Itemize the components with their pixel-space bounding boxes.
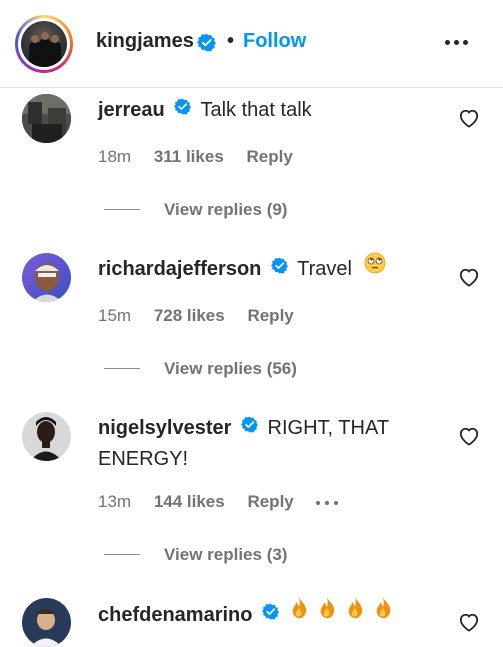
comment-time: 18m — [98, 147, 132, 166]
comment-time: 15m — [98, 306, 132, 325]
like-heart-icon[interactable] — [458, 108, 480, 128]
verified-badge-icon — [174, 94, 192, 124]
like-heart-icon[interactable] — [458, 267, 480, 287]
header-username[interactable]: kingjames — [96, 30, 194, 53]
comment-username[interactable]: chefdenamarino — [98, 604, 252, 626]
comment-username[interactable]: jerreau — [98, 99, 165, 121]
reply-button[interactable]: Reply — [247, 492, 293, 511]
post-header: kingjames • Follow — [0, 0, 503, 88]
rolling-eyes-emoji-icon — [364, 252, 386, 283]
like-heart-icon[interactable] — [458, 426, 480, 446]
avatar — [21, 21, 67, 67]
verified-badge-icon — [197, 33, 216, 57]
replies-divider — [104, 368, 140, 369]
reply-button[interactable]: Reply — [247, 147, 293, 166]
comment-more-options-icon[interactable] — [314, 499, 340, 507]
header-separator: • — [227, 30, 235, 52]
reply-button[interactable]: Reply — [247, 306, 293, 325]
avatar[interactable] — [22, 253, 71, 302]
comment-likes[interactable]: 311 likes — [154, 147, 224, 166]
comment-likes[interactable]: 144 likes — [154, 492, 225, 511]
follow-button[interactable]: Follow — [243, 30, 306, 53]
comment-username[interactable]: nigelsylvester — [98, 417, 231, 439]
verified-badge-icon — [240, 412, 258, 442]
avatar[interactable] — [22, 412, 71, 461]
avatar[interactable] — [22, 94, 71, 143]
like-heart-icon[interactable] — [458, 612, 480, 632]
story-avatar[interactable] — [15, 15, 73, 73]
comment-text: RIGHT, THAT — [267, 417, 390, 439]
comment-text: Travel — [297, 258, 352, 280]
comment-likes[interactable]: 728 likes — [154, 306, 225, 325]
avatar[interactable] — [22, 598, 71, 647]
view-replies-button[interactable]: View replies (3) — [164, 545, 287, 565]
fire-emoji-icon — [289, 596, 409, 629]
comment-text: Talk that talk — [200, 99, 312, 121]
view-replies-button[interactable]: View replies (9) — [164, 200, 287, 220]
verified-badge-icon — [262, 599, 280, 629]
comment-username[interactable]: richardajefferson — [98, 258, 261, 280]
verified-badge-icon — [270, 253, 288, 283]
replies-divider — [104, 554, 140, 555]
replies-divider — [104, 209, 140, 210]
more-options-icon[interactable] — [440, 28, 474, 56]
comment-time: 13m — [98, 492, 132, 511]
view-replies-button[interactable]: View replies (56) — [164, 359, 297, 379]
comment-text: ENERGY! — [98, 447, 189, 470]
